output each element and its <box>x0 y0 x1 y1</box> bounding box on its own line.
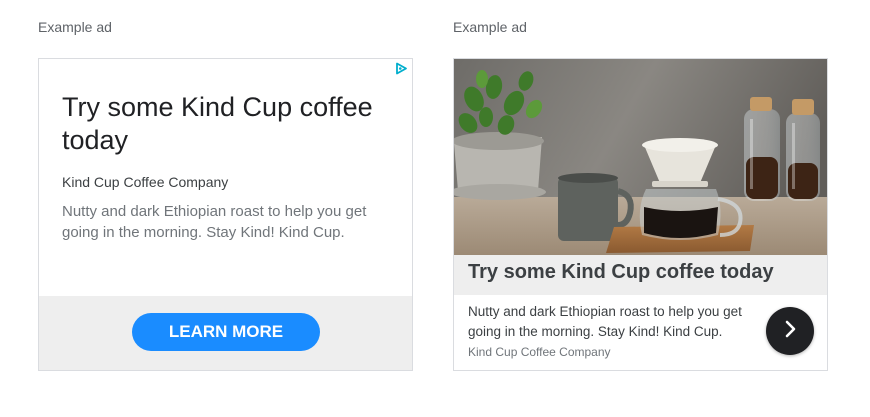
ad-footer: LEARN MORE <box>39 296 412 370</box>
ad-title-bar: Try some Kind Cup coffee today <box>454 255 827 295</box>
image-ad-card[interactable]: Try some Kind Cup coffee today Nutty and… <box>453 58 828 371</box>
chevron-right-icon <box>780 319 800 344</box>
ad-headline[interactable]: Try some Kind Cup coffee today <box>468 261 774 284</box>
ad-caption-left: Example ad <box>38 19 112 35</box>
ad-description: Nutty and dark Ethiopian roast to help y… <box>62 203 367 241</box>
ad-advertiser: Kind Cup Coffee Company <box>62 174 229 190</box>
text-ad-card[interactable]: Try some Kind Cup coffee today Kind Cup … <box>38 58 413 371</box>
learn-more-button[interactable]: LEARN MORE <box>132 313 320 351</box>
ad-description: Nutty and dark Ethiopian roast to help y… <box>468 304 742 339</box>
ad-caption-right: Example ad <box>453 19 527 35</box>
coffee-photo[interactable] <box>454 59 827 255</box>
adchoices-icon[interactable] <box>394 61 409 76</box>
ad-headline[interactable]: Try some Kind Cup coffee today <box>62 91 392 157</box>
chevron-right-button[interactable] <box>766 307 814 355</box>
ad-advertiser: Kind Cup Coffee Company <box>468 345 611 359</box>
